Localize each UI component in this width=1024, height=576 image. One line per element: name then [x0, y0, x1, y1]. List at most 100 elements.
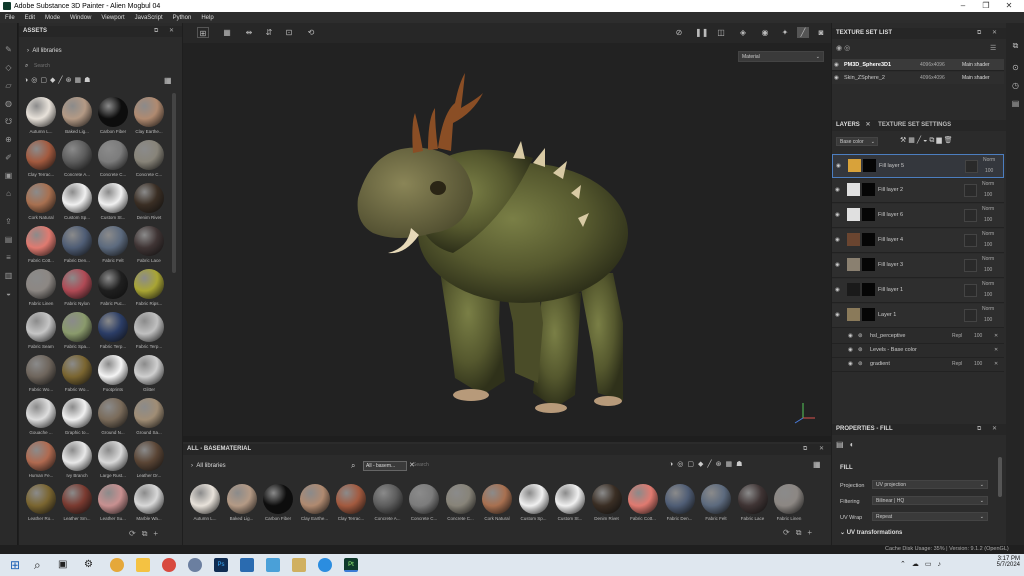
- eye-icon[interactable]: ◉: [835, 287, 840, 293]
- shelf-library-selector[interactable]: › All libraries: [191, 463, 226, 469]
- asset-thumbnail[interactable]: [26, 355, 56, 385]
- blend-mode[interactable]: Norm: [982, 306, 994, 312]
- menu-viewport[interactable]: Viewport: [101, 15, 124, 21]
- projection-icon[interactable]: ▱: [3, 81, 14, 90]
- layer-opacity[interactable]: 100: [984, 192, 992, 198]
- properties-scrollbar[interactable]: [998, 457, 1002, 497]
- bucket-icon[interactable]: ◒: [3, 289, 14, 298]
- material-tab-icon[interactable]: ◐: [850, 440, 861, 449]
- close-panel-icon[interactable]: ✕: [819, 444, 824, 455]
- filter-env-icon[interactable]: ☗: [736, 461, 746, 468]
- layer-mask-slot[interactable]: [964, 209, 977, 222]
- shelf-filter-chip[interactable]: All - basem...: [363, 461, 407, 471]
- log-dock-icon[interactable]: ▤: [1010, 99, 1021, 108]
- close-button[interactable]: ✕: [998, 0, 1020, 12]
- eye-icon[interactable]: ◉: [835, 212, 840, 218]
- asset-thumbnail[interactable]: [26, 183, 56, 213]
- layer-row[interactable]: ◉ Fill layer 6 Norm 100: [832, 204, 1004, 228]
- asset-thumbnail[interactable]: [98, 140, 128, 170]
- eye-icon[interactable]: ◉: [834, 75, 839, 81]
- blend-mode[interactable]: Norm: [982, 281, 994, 287]
- polygon-fill-icon[interactable]: ▣: [3, 171, 14, 180]
- settings-icon[interactable]: ✦: [779, 27, 791, 38]
- close-tab-icon[interactable]: ✕: [865, 122, 870, 128]
- dotted-grid-icon[interactable]: ▦: [221, 27, 233, 38]
- filter-brush-icon[interactable]: ╱: [707, 461, 715, 468]
- smudge-icon[interactable]: ☋: [3, 117, 14, 126]
- refresh-icon[interactable]: ⟳: [783, 528, 796, 537]
- filter-grid-icon[interactable]: ▦: [725, 461, 736, 468]
- visibility-icon[interactable]: ◉: [836, 45, 842, 52]
- float-panel-icon[interactable]: ⧉: [977, 424, 981, 435]
- geometry-mask-icon[interactable]: ◍: [3, 99, 14, 108]
- remove-effect-icon[interactable]: ✕: [994, 361, 998, 367]
- layer-mask-slot[interactable]: [964, 234, 977, 247]
- float-panel-icon[interactable]: ⧉: [803, 444, 807, 455]
- menu-file[interactable]: File: [5, 15, 15, 21]
- viewport-mode-select[interactable]: Material ⌄: [738, 51, 824, 62]
- asset-thumbnail[interactable]: [98, 398, 128, 428]
- layer-opacity[interactable]: 100: [984, 292, 992, 298]
- filter-fill-icon[interactable]: ◆: [698, 461, 707, 468]
- shelf-thumbnail[interactable]: [701, 484, 731, 514]
- effect-opacity[interactable]: 100: [974, 361, 982, 367]
- grid-snap-icon[interactable]: ⊞: [197, 27, 209, 38]
- close-panel-icon[interactable]: ✕: [169, 26, 174, 37]
- blend-mode[interactable]: Norm: [982, 256, 994, 262]
- effect-blend[interactable]: Repl: [952, 333, 962, 339]
- asset-thumbnail[interactable]: [134, 441, 164, 471]
- filter-material-icon[interactable]: ◑: [669, 461, 677, 468]
- asset-thumbnail[interactable]: [134, 398, 164, 428]
- close-panel-icon[interactable]: ✕: [992, 424, 997, 435]
- effect-row[interactable]: ◉ ⊚ Levels - Base color ✕: [832, 344, 1004, 358]
- layer-row[interactable]: ◉ Fill layer 4 Norm 100: [832, 229, 1004, 253]
- eye-icon[interactable]: ◉: [848, 333, 853, 339]
- view-mode-icon[interactable]: ◈: [737, 27, 749, 38]
- shelf-thumbnail[interactable]: [190, 484, 220, 514]
- fill-tab-icon[interactable]: ▤: [836, 440, 850, 449]
- eye-icon[interactable]: ◉: [835, 187, 840, 193]
- paint-mode-icon[interactable]: ╱: [797, 27, 809, 38]
- disable-icon[interactable]: ⊘: [673, 27, 685, 38]
- substance-painter-icon[interactable]: Pt: [344, 558, 358, 572]
- paint-brush-icon[interactable]: ✎: [3, 45, 14, 54]
- windows-start-icon[interactable]: ⊞: [10, 558, 24, 572]
- close-panel-icon[interactable]: ✕: [992, 28, 997, 39]
- asset-thumbnail[interactable]: [134, 355, 164, 385]
- minimize-button[interactable]: –: [952, 0, 974, 12]
- asset-thumbnail[interactable]: [26, 312, 56, 342]
- export-icon[interactable]: ⇪: [3, 217, 14, 226]
- layer-row[interactable]: ◉ Fill layer 2 Norm 100: [832, 179, 1004, 203]
- network-icon[interactable]: ▭: [925, 561, 938, 568]
- shelf-thumbnail[interactable]: [299, 484, 330, 514]
- eye-icon[interactable]: ◉: [836, 163, 841, 169]
- filtering-select[interactable]: Bilinear | HQ ⌄: [872, 496, 988, 505]
- asset-thumbnail[interactable]: [26, 97, 56, 127]
- layer-row[interactable]: ◉ Fill layer 5 Norm 100: [832, 154, 1004, 178]
- remove-effect-icon[interactable]: ✕: [994, 333, 998, 339]
- search-input[interactable]: [34, 63, 155, 69]
- shelf-thumbnail[interactable]: [591, 484, 622, 514]
- filter-mask-icon[interactable]: ▢: [40, 77, 50, 84]
- layer-opacity[interactable]: 100: [984, 242, 992, 248]
- asset-thumbnail[interactable]: [26, 140, 56, 170]
- shelf-thumbnail[interactable]: [445, 484, 476, 514]
- float-panel-icon[interactable]: ⧉: [977, 28, 981, 39]
- symmetry-icon[interactable]: ⇹: [243, 27, 255, 38]
- shelf-thumbnail[interactable]: [336, 484, 366, 514]
- menu-edit[interactable]: Edit: [25, 15, 35, 21]
- maximize-button[interactable]: ❐: [975, 0, 997, 12]
- float-panel-icon[interactable]: ⧉: [154, 26, 158, 37]
- chrome-icon[interactable]: [110, 558, 124, 572]
- folder-icon[interactable]: ▆: [936, 137, 943, 144]
- asset-thumbnail[interactable]: [26, 398, 56, 428]
- asset-thumbnail[interactable]: [26, 226, 56, 256]
- eye-icon[interactable]: ◉: [835, 312, 840, 318]
- layer-mask-slot[interactable]: [964, 184, 977, 197]
- grid-view-icon[interactable]: ▦: [164, 76, 172, 85]
- uv-wrap-select[interactable]: Repeat ⌄: [872, 512, 988, 521]
- asset-thumbnail[interactable]: [98, 484, 128, 514]
- texture-set-dock-icon[interactable]: ⧉: [1010, 41, 1021, 50]
- camera-icon[interactable]: ◫: [715, 27, 727, 38]
- filter-env-icon[interactable]: ☗: [84, 77, 93, 84]
